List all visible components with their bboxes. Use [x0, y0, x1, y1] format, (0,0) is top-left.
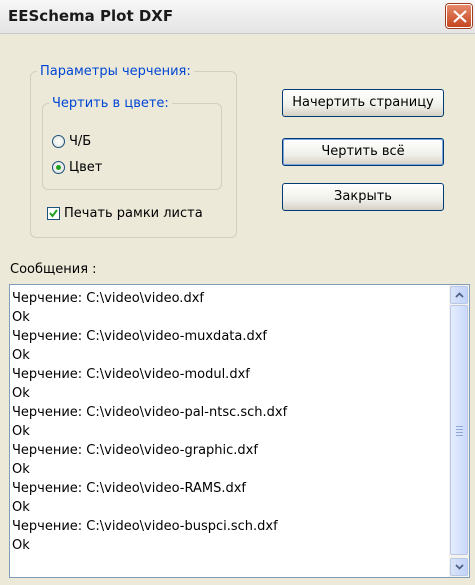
message-line: Ok [12, 348, 30, 363]
scroll-thumb[interactable] [450, 305, 468, 555]
messages-scrollbar[interactable] [449, 285, 469, 577]
message-line: Ok [12, 424, 30, 439]
message-line: Черчение: C:\video\video.dxf [12, 291, 204, 306]
radio-bw-button[interactable] [52, 135, 65, 148]
arrow-down-icon [455, 564, 464, 570]
radio-color-label: Цвет [69, 160, 103, 175]
message-line: Черчение: C:\video\video-pal-ntsc.sch.dx… [12, 405, 288, 420]
message-line: Ok [12, 538, 30, 553]
close-icon [453, 10, 467, 23]
message-line: Черчение: C:\video\video-modul.dxf [12, 367, 250, 382]
radio-bw-label: Ч/Б [69, 134, 92, 149]
draw-page-button[interactable]: Начертить страницу [282, 89, 444, 117]
title-bar: EESchema Plot DXF [0, 0, 475, 34]
arrow-up-icon [455, 292, 464, 298]
window-title: EESchema Plot DXF [8, 7, 174, 25]
grip-icon [456, 426, 463, 438]
radio-color[interactable]: Цвет [52, 160, 102, 175]
message-line: Черчение: C:\video\video-graphic.dxf [12, 443, 258, 458]
message-line: Ok [12, 310, 30, 325]
print-frame-label: Печать рамки листа [64, 206, 203, 221]
plot-options-legend: Параметры черчения: [40, 64, 191, 79]
message-line: Ok [12, 500, 30, 515]
color-mode-legend: Чертить в цвете: [52, 96, 169, 111]
print-frame-option[interactable]: Печать рамки листа [47, 206, 203, 221]
close-button[interactable]: Закрыть [282, 183, 444, 211]
message-line: Черчение: C:\video\video-buspci.sch.dxf [12, 519, 278, 534]
messages-label: Сообщения : [10, 262, 97, 277]
radio-bw[interactable]: Ч/Б [52, 134, 91, 149]
radio-color-button[interactable] [52, 161, 65, 174]
print-frame-checkbox[interactable] [47, 207, 60, 220]
scroll-down-button[interactable] [450, 558, 468, 576]
message-line: Ok [12, 386, 30, 401]
draw-all-button[interactable]: Чертить всё [282, 138, 444, 166]
plot-dxf-dialog: EESchema Plot DXF Параметры черчения: Че… [0, 0, 475, 585]
checkmark-icon [49, 209, 58, 218]
close-window-button[interactable] [446, 4, 472, 28]
message-line: Ok [12, 462, 30, 477]
message-line: Черчение: C:\video\video-muxdata.dxf [12, 329, 267, 344]
message-line: Черчение: C:\video\video-RAMS.dxf [12, 481, 246, 496]
scroll-up-button[interactable] [450, 286, 468, 304]
messages-textbox[interactable]: Черчение: C:\video\video.dxf Ok Черчение: … [9, 284, 470, 578]
messages-list: Черчение: C:\video\video.dxf Ok Черчение: … [12, 289, 448, 555]
